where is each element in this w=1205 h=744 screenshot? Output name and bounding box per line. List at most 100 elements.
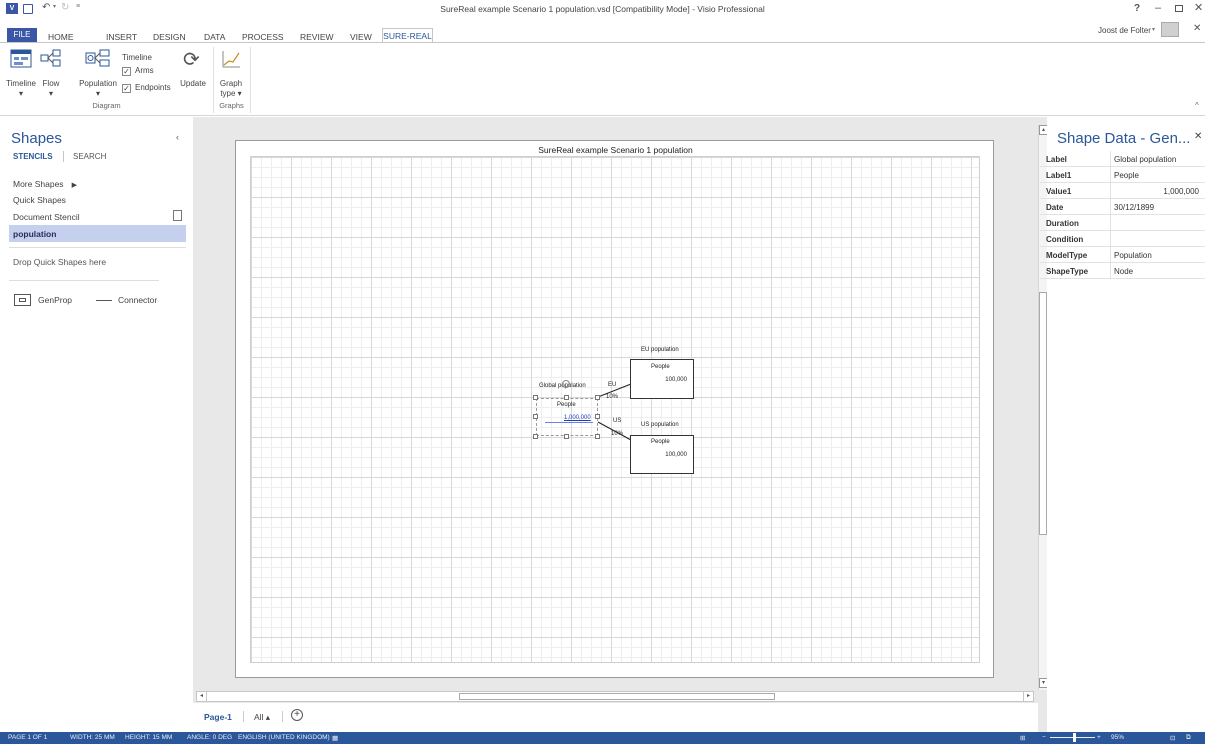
- us-connector-label: US: [613, 418, 622, 424]
- population-button[interactable]: Population ▾: [78, 47, 118, 99]
- shape-data-row[interactable]: Condition: [1040, 231, 1205, 247]
- update-button[interactable]: ⟳ Update: [178, 47, 208, 99]
- global-population-node[interactable]: People 1,000,000: [536, 398, 598, 436]
- vertical-scroll-thumb[interactable]: [1039, 292, 1047, 535]
- eu-population-node[interactable]: People 100,000: [630, 359, 694, 399]
- population-stencil-item[interactable]: population: [9, 225, 186, 242]
- divider: [9, 247, 186, 248]
- scroll-left-icon[interactable]: ◂: [197, 692, 207, 701]
- selection-handle[interactable]: [564, 395, 569, 400]
- eu-node-title: EU population: [641, 347, 679, 353]
- collapse-ribbon-icon[interactable]: ^: [1195, 101, 1199, 110]
- avatar[interactable]: [1161, 22, 1179, 37]
- genprop-master[interactable]: GenProp: [14, 294, 79, 308]
- tab-insert[interactable]: INSERT: [106, 32, 137, 42]
- add-page-icon[interactable]: +: [291, 709, 303, 721]
- zoom-out-icon[interactable]: −: [1042, 734, 1046, 741]
- tab-home[interactable]: HOME: [48, 32, 74, 42]
- selection-handle[interactable]: [533, 434, 538, 439]
- us-population-node[interactable]: People 100,000: [630, 435, 694, 474]
- rotation-handle-icon[interactable]: [562, 380, 570, 388]
- tab-file-button[interactable]: FILE: [7, 28, 37, 42]
- tab-view[interactable]: VIEW: [350, 32, 372, 42]
- page-tab-divider-2: [282, 711, 283, 722]
- chevron-right-icon: ▶: [71, 182, 77, 189]
- tab-sure-real[interactable]: SURE-REAL: [382, 28, 433, 43]
- selection-handle[interactable]: [533, 414, 538, 419]
- quick-shapes-item[interactable]: Quick Shapes: [13, 195, 66, 205]
- population-button-label: Population: [79, 79, 117, 88]
- eu-people-label: People: [651, 364, 670, 370]
- selection-handle[interactable]: [564, 434, 569, 439]
- graph-type-dropdown-icon: ▾: [235, 89, 242, 98]
- population-dropdown-icon: ▾: [95, 89, 100, 98]
- timeline-button[interactable]: Timeline ▾: [6, 47, 36, 99]
- collapse-shapes-icon[interactable]: ‹: [176, 132, 179, 142]
- status-width[interactable]: WIDTH: 25 MM: [70, 734, 115, 741]
- zoom-level[interactable]: 95%: [1111, 734, 1124, 741]
- tab-process[interactable]: PROCESS: [242, 32, 284, 42]
- graph-button-label: Graph: [219, 79, 243, 88]
- selection-handle[interactable]: [595, 395, 600, 400]
- shape-data-row[interactable]: Duration: [1040, 215, 1205, 231]
- help-icon[interactable]: ?: [1134, 3, 1140, 14]
- horizontal-scroll-thumb[interactable]: [459, 693, 775, 700]
- status-language[interactable]: ENGLISH (UNITED KINGDOM): [238, 734, 330, 741]
- timeline-check-label: Timeline: [122, 53, 152, 62]
- all-pages-tab[interactable]: All ▴: [254, 712, 270, 723]
- user-name[interactable]: Joost de Folter: [1098, 26, 1151, 35]
- zoom-slider-thumb[interactable]: [1073, 733, 1076, 742]
- graph-type-text: type: [220, 89, 236, 98]
- selection-handle[interactable]: [595, 434, 600, 439]
- connector-master[interactable]: Connector: [96, 294, 166, 308]
- shape-data-row[interactable]: Label1 People: [1040, 167, 1205, 183]
- timeline-dropdown-icon: ▾: [18, 89, 23, 98]
- shape-data-key: ShapeType: [1046, 267, 1089, 276]
- tab-search[interactable]: SEARCH: [73, 152, 106, 161]
- tab-design[interactable]: DESIGN: [153, 32, 186, 42]
- page-tab-divider: [243, 711, 244, 722]
- row-separator: [1110, 231, 1111, 247]
- shape-data-row[interactable]: ModelType Population: [1040, 247, 1205, 263]
- ribbon-tab-bar: FILE HOME INSERT DESIGN DATA PROCESS REV…: [0, 18, 1205, 42]
- shape-data-row[interactable]: Date 30/12/1899: [1040, 199, 1205, 215]
- switch-windows-icon[interactable]: ⧉: [1186, 734, 1191, 742]
- close-window-icon[interactable]: ✕: [1194, 1, 1203, 14]
- status-height[interactable]: HEIGHT: 15 MM: [125, 734, 172, 741]
- tab-stencils[interactable]: STENCILS: [13, 152, 53, 161]
- fit-page-icon[interactable]: ⊡: [1170, 734, 1175, 742]
- tab-review[interactable]: REVIEW: [300, 32, 334, 42]
- shape-data-value: 30/12/1899: [1114, 203, 1155, 212]
- endpoints-checkbox[interactable]: ✓ Endpoints: [122, 83, 182, 94]
- user-dropdown-icon[interactable]: ▾: [1152, 26, 1155, 33]
- zoom-in-icon[interactable]: +: [1097, 734, 1101, 741]
- graph-type-button[interactable]: Graph type ▾: [216, 47, 246, 99]
- more-shapes-item[interactable]: More Shapes ▶: [13, 179, 77, 189]
- shape-data-key: ModelType: [1046, 251, 1088, 260]
- status-page[interactable]: PAGE 1 OF 1: [8, 734, 47, 741]
- selection-handle[interactable]: [533, 395, 538, 400]
- document-stencil-item[interactable]: Document Stencil: [13, 212, 80, 222]
- stencil-document-icon[interactable]: [173, 210, 182, 221]
- restore-icon[interactable]: [1175, 5, 1183, 12]
- flow-button[interactable]: Flow ▾: [38, 47, 64, 99]
- us-value: 100,000: [665, 452, 687, 458]
- status-angle[interactable]: ANGLE: 0 DEG: [187, 734, 232, 741]
- eu-connector-label: EU: [608, 382, 617, 388]
- shape-data-row[interactable]: Label Global population: [1040, 151, 1205, 167]
- arms-checkbox[interactable]: ✓ Arms: [122, 66, 182, 77]
- macro-record-icon[interactable]: ▦: [332, 734, 338, 742]
- scroll-right-icon[interactable]: ▸: [1023, 692, 1033, 701]
- presentation-mode-icon[interactable]: ⊞: [1020, 734, 1025, 742]
- drop-quick-shapes-text: Drop Quick Shapes here: [13, 257, 107, 267]
- tab-data[interactable]: DATA: [204, 32, 225, 42]
- selection-handle[interactable]: [595, 414, 600, 419]
- shape-data-row[interactable]: ShapeType Node: [1040, 263, 1205, 279]
- shape-data-row[interactable]: Value1 1,000,000: [1040, 183, 1205, 199]
- minimize-icon[interactable]: –: [1155, 2, 1161, 14]
- close-pane-icon[interactable]: ✕: [1194, 131, 1202, 142]
- horizontal-scrollbar[interactable]: ◂ ▸: [196, 691, 1034, 702]
- shape-data-key: Label1: [1046, 171, 1072, 180]
- close-document-icon[interactable]: ✕: [1193, 23, 1201, 34]
- tab-page-1[interactable]: Page-1: [204, 712, 232, 722]
